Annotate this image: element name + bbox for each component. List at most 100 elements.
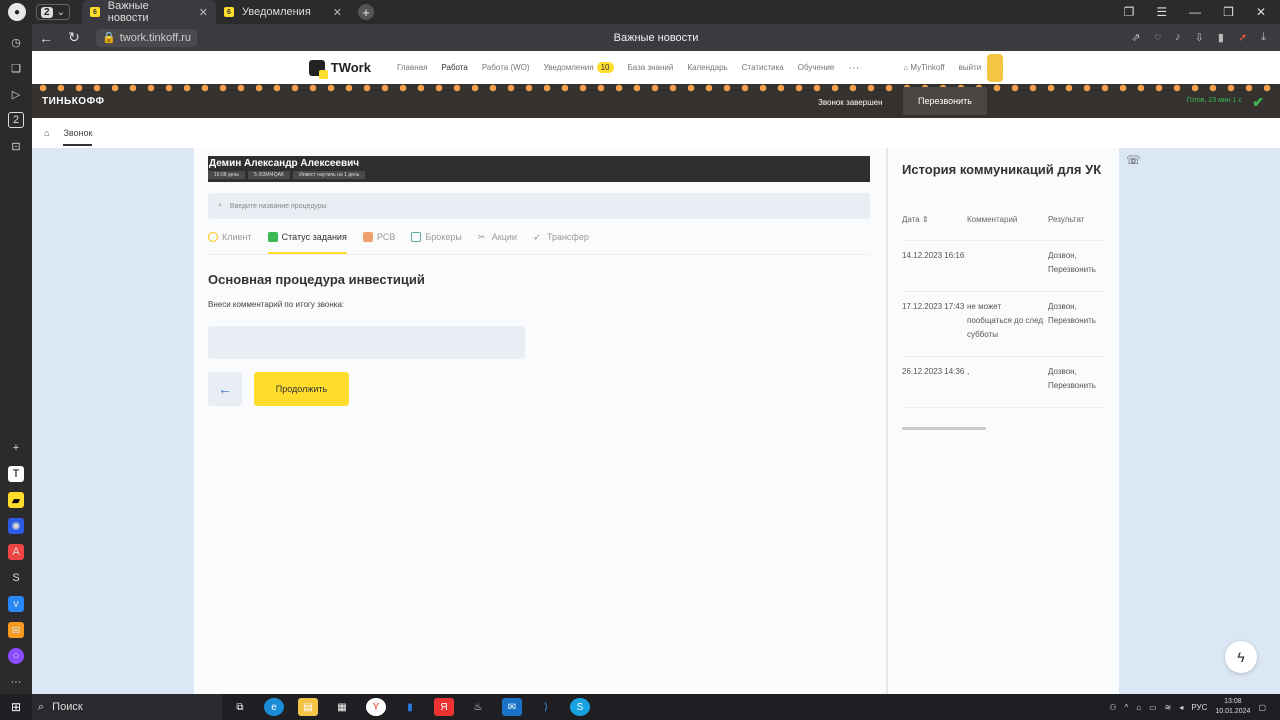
store-icon[interactable]: ▦ <box>332 698 352 716</box>
menu-icon[interactable]: ☰ <box>1156 5 1167 19</box>
logout-link[interactable]: выйти <box>959 63 982 72</box>
tab-stocks[interactable]: ✂ Акции <box>478 231 517 254</box>
volume-icon[interactable]: ◂ <box>1179 703 1183 712</box>
people-icon[interactable]: ⚇ <box>1109 703 1116 712</box>
extension-icon[interactable]: ➚ <box>1238 31 1247 44</box>
battery-icon[interactable]: ▭ <box>1149 703 1157 712</box>
mic-icon[interactable]: ♪ <box>1175 31 1181 44</box>
history-icon[interactable]: ◷ <box>8 34 24 50</box>
add-icon[interactable]: + <box>8 440 24 456</box>
reload-icon[interactable]: ↻ <box>60 29 88 46</box>
nav-item-statistics[interactable]: Статистика <box>742 63 784 72</box>
vscode-icon[interactable]: ⟩ <box>536 698 556 716</box>
comment-input[interactable] <box>208 326 525 359</box>
messenger-icon[interactable]: ✉ <box>8 622 24 638</box>
more-icon[interactable]: ··· <box>8 674 24 690</box>
notifications-icon[interactable]: ▢ <box>1258 703 1266 712</box>
mytinkoff-label: MyTinkoff <box>910 63 945 72</box>
play-icon[interactable]: ▷ <box>8 86 24 102</box>
language-indicator[interactable]: РУС <box>1191 703 1207 712</box>
new-tab-button[interactable]: + <box>358 4 374 20</box>
clock[interactable]: 13:08 10.01.2024 <box>1215 697 1250 717</box>
nav-item-mytinkoff[interactable]: ⌂ MyTinkoff <box>903 63 944 72</box>
chevron-up-icon[interactable]: ^ <box>1124 703 1128 712</box>
garland-decoration <box>32 84 1280 92</box>
counter-icon[interactable]: 2 <box>8 112 24 128</box>
back-button[interactable]: ← <box>208 372 242 406</box>
page-title: Важные новости <box>613 31 699 44</box>
chat-icon[interactable]: ◌ <box>1155 31 1162 44</box>
column-date-sort[interactable]: Дата ⇕ <box>902 215 967 240</box>
arrow-left-icon: ← <box>218 381 232 397</box>
column-result: Результат <box>1048 215 1085 224</box>
vk-icon[interactable]: v <box>8 596 24 612</box>
phone-icon[interactable]: ☏ <box>1126 153 1141 167</box>
translate-icon[interactable]: A <box>8 544 24 560</box>
close-icon[interactable]: ✕ <box>333 6 342 19</box>
network-icon[interactable]: ⌂ <box>1136 703 1141 712</box>
minimize-icon[interactable]: — <box>1189 5 1201 19</box>
tab-transfer[interactable]: ➶ Трансфер <box>533 231 589 254</box>
yandex-browser-icon[interactable]: Y <box>366 698 386 716</box>
close-icon[interactable]: ✕ <box>199 6 208 19</box>
nav-item-work[interactable]: Работа <box>441 63 467 72</box>
recall-button[interactable]: Перезвонить <box>903 87 987 115</box>
camera-icon[interactable]: ⊡ <box>8 138 24 154</box>
breadcrumb-call[interactable]: Звонок <box>63 120 93 146</box>
tab-counter[interactable]: 2 ⌄ <box>36 4 70 20</box>
tradingview-icon[interactable]: T <box>8 466 24 482</box>
horizontal-scrollbar[interactable] <box>902 427 986 430</box>
procedure-search-input[interactable]: ⌕ Введите название процедуры <box>208 193 870 219</box>
lightning-button[interactable]: ϟ <box>1225 641 1257 673</box>
browser-tab-news[interactable]: 6 Важные новости ✕ <box>82 0 216 24</box>
download-icon[interactable]: ⇩ <box>1195 31 1204 44</box>
wifi-icon[interactable]: ≋ <box>1165 703 1172 712</box>
nav-item-home[interactable]: Главная <box>397 63 427 72</box>
collections-icon[interactable]: ❏ <box>8 60 24 76</box>
taskbar-search[interactable]: ⌕ Поиск <box>32 694 222 720</box>
notification-count-badge: 10 <box>596 62 614 73</box>
download-manager-icon[interactable]: ⤓ <box>1261 31 1266 44</box>
more-menu-icon[interactable]: ··· <box>848 62 859 74</box>
share-icon[interactable]: ⇗ <box>1131 31 1140 44</box>
skype-icon[interactable]: S <box>570 698 590 716</box>
bookmark-icon[interactable]: ▮ <box>1218 31 1224 44</box>
back-icon[interactable]: ← <box>32 30 60 46</box>
tab-pcb[interactable]: PCB <box>362 231 395 254</box>
nav-item-calendar[interactable]: Календарь <box>687 63 727 72</box>
mail-icon[interactable]: ✉ <box>502 698 522 716</box>
tab-task-status[interactable]: Статус задания <box>267 231 347 254</box>
tab-brokers[interactable]: Брокеры <box>411 231 462 254</box>
edge-icon[interactable]: e <box>264 698 284 716</box>
browser-tab-notifications[interactable]: 6 Уведомления ✕ <box>216 0 350 24</box>
restore-icon[interactable]: ❒ <box>1223 5 1234 19</box>
music-icon[interactable]: S <box>8 570 24 586</box>
bookmarks-icon[interactable]: ❐ <box>1124 5 1135 19</box>
nav-item-notifications[interactable]: Уведомления 10 <box>544 62 614 73</box>
card-icon <box>362 232 373 242</box>
yandex-icon[interactable]: Я <box>434 698 454 716</box>
window-controls: ❐ ☰ — ❒ ✕ <box>1124 0 1280 24</box>
table-row: 26.12.2023 14:36 , Дозвон, Перезвонить <box>902 357 1104 408</box>
alice-icon[interactable]: ○ <box>8 648 24 664</box>
nav-item-learning[interactable]: Обучение <box>798 63 835 72</box>
steam-icon[interactable]: ♨ <box>468 698 488 716</box>
nav-item-work-wo[interactable]: Работа (WO) <box>482 63 530 72</box>
bookmark-app-icon[interactable]: ▮ <box>400 698 420 716</box>
profile-icon[interactable]: ● <box>8 3 26 21</box>
ready-status: Готов, 23 мин 1 с <box>1186 97 1242 104</box>
close-window-icon[interactable]: ✕ <box>1256 5 1266 19</box>
task-view-icon[interactable]: ⧉ <box>230 698 250 716</box>
windows-start-icon[interactable]: ⊞ <box>0 700 32 714</box>
app-icon[interactable]: ▰ <box>8 492 24 508</box>
twork-logo[interactable]: TWork <box>308 59 371 79</box>
tab-client[interactable]: Клиент <box>208 231 252 254</box>
url-field[interactable]: 🔒 twork.tinkoff.ru <box>96 28 198 47</box>
continue-button[interactable]: Продолжить <box>254 372 349 406</box>
row-date: 14.12.2023 16:16 <box>902 251 965 260</box>
home-icon[interactable]: ⌂ <box>44 128 49 138</box>
nav-item-knowledge-base[interactable]: База знаний <box>628 63 674 72</box>
openai-icon[interactable]: ✺ <box>8 518 24 534</box>
tab-favicon: 6 <box>90 7 100 17</box>
explorer-icon[interactable]: ▤ <box>298 698 318 716</box>
